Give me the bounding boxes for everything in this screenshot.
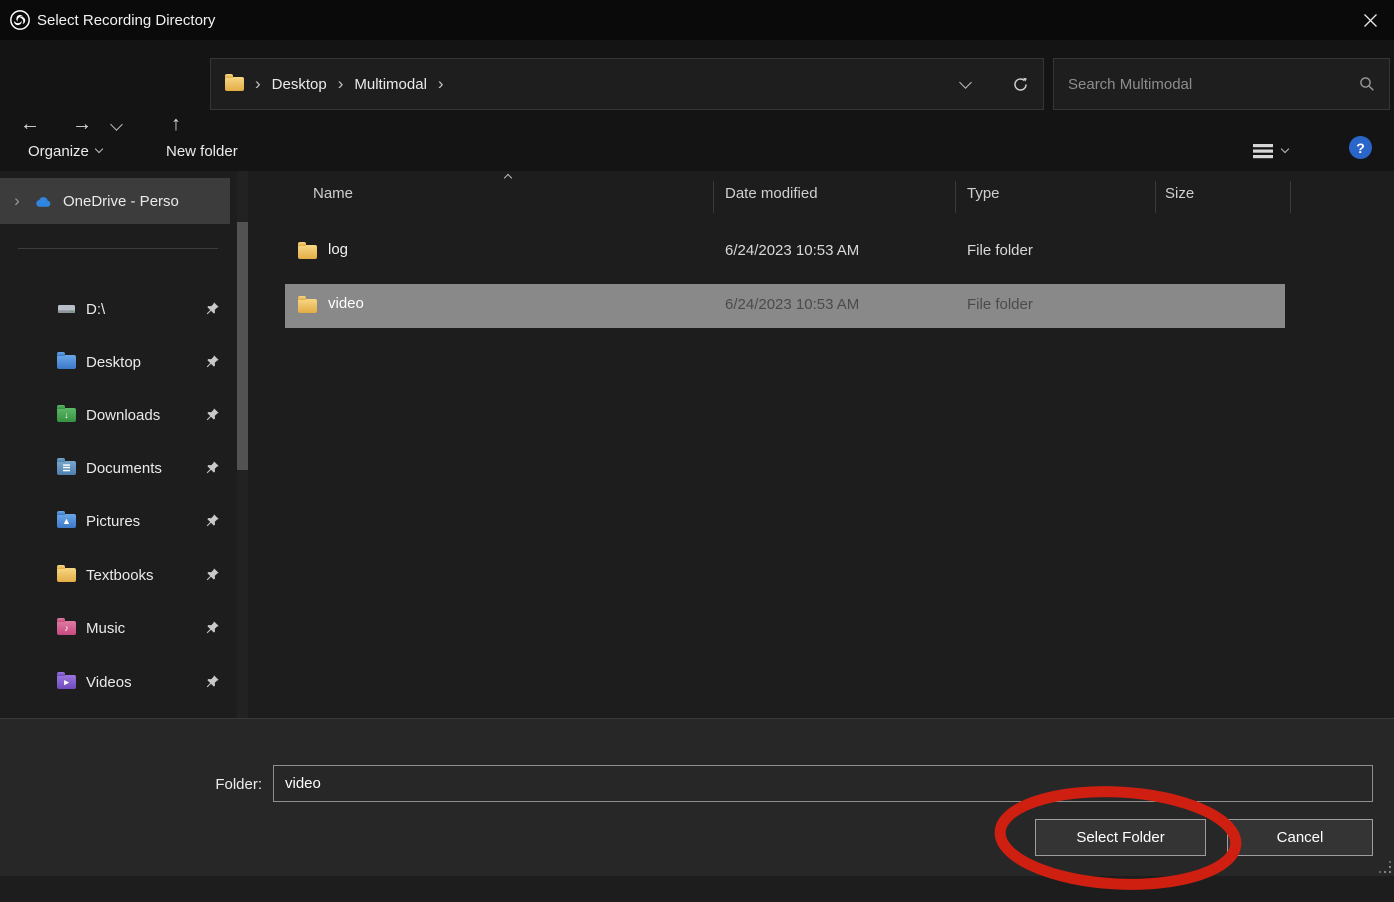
obs-logo-icon (9, 9, 31, 31)
pin-icon (205, 460, 220, 475)
navigation-pane: › OneDrive - Perso D:\ Desktop (0, 171, 260, 718)
sidebar-item-label: OneDrive - Perso (63, 193, 230, 210)
new-folder-button[interactable]: New folder (166, 134, 238, 168)
organize-button[interactable]: Organize (28, 134, 102, 168)
column-divider[interactable] (1155, 181, 1156, 213)
file-row-log[interactable]: log 6/24/2023 10:53 AM File folder (285, 230, 1285, 274)
folder-icon (298, 245, 317, 259)
sidebar-item-videos[interactable]: ▸ Videos (0, 661, 230, 703)
recent-locations-button[interactable] (112, 116, 121, 134)
select-folder-button[interactable]: Select Folder (1035, 819, 1206, 856)
column-header-type[interactable]: Type (967, 185, 1000, 202)
search-box (1053, 58, 1390, 110)
chevron-down-icon (110, 118, 123, 131)
pin-icon (205, 513, 220, 528)
sidebar-divider (18, 248, 218, 249)
file-list: Name Date modified Type Size log 6/24/20… (260, 171, 1394, 718)
file-row-video[interactable]: video 6/24/2023 10:53 AM File folder (285, 284, 1285, 328)
file-date-modified: 6/24/2023 10:53 AM (725, 296, 859, 313)
chevron-down-icon (1281, 145, 1289, 153)
file-dialog-window: Select Recording Directory ← → ↑ › Deskt… (0, 0, 1394, 876)
cancel-button[interactable]: Cancel (1227, 819, 1373, 856)
drive-icon (57, 301, 76, 317)
pin-icon (205, 407, 220, 422)
folder-field-label: Folder: (120, 776, 262, 793)
folder-icon (57, 568, 76, 582)
close-icon (1363, 13, 1378, 28)
dialog-footer: Folder: Select Folder Cancel (0, 718, 1394, 876)
file-date-modified: 6/24/2023 10:53 AM (725, 242, 859, 259)
file-name: log (328, 241, 348, 258)
documents-folder-icon: ☰ (57, 461, 76, 475)
pin-icon (205, 354, 220, 369)
forward-arrow-icon: → (72, 113, 92, 136)
title-bar: Select Recording Directory (0, 0, 1394, 40)
downloads-folder-icon: ↓ (57, 408, 76, 422)
cancel-label: Cancel (1277, 829, 1324, 846)
up-arrow-icon: ↑ (171, 113, 181, 136)
folder-name-input[interactable] (273, 765, 1373, 802)
breadcrumb-item-multimodal[interactable]: Multimodal (354, 76, 427, 93)
chevron-down-icon (95, 145, 103, 153)
sidebar-item-desktop[interactable]: Desktop (0, 341, 230, 383)
refresh-icon[interactable] (1012, 76, 1029, 93)
pin-icon (205, 567, 220, 582)
back-arrow-icon: ← (20, 113, 40, 136)
new-folder-label: New folder (166, 143, 238, 160)
pin-icon (205, 301, 220, 316)
column-divider[interactable] (1290, 181, 1291, 213)
sidebar-item-drive-d[interactable]: D:\ (0, 288, 230, 330)
sidebar-item-music[interactable]: ♪ Music (0, 607, 230, 649)
sidebar-item-textbooks[interactable]: Textbooks (0, 554, 230, 596)
view-mode-button[interactable] (1251, 134, 1288, 168)
file-type: File folder (967, 296, 1033, 313)
column-header-name[interactable]: Name (313, 185, 353, 202)
pin-icon (205, 674, 220, 689)
pin-icon (205, 620, 220, 635)
organize-label: Organize (28, 143, 89, 160)
breadcrumb-folder-icon (225, 77, 244, 91)
column-divider[interactable] (713, 181, 714, 213)
file-type: File folder (967, 242, 1033, 259)
expand-chevron-icon[interactable]: › (0, 191, 34, 211)
select-folder-label: Select Folder (1076, 829, 1164, 846)
sidebar-item-pictures[interactable]: ▲ Pictures (0, 500, 230, 542)
music-folder-icon: ♪ (57, 621, 76, 635)
resize-grip[interactable] (1378, 860, 1392, 874)
sidebar-item-downloads[interactable]: ↓ Downloads (0, 394, 230, 436)
search-input[interactable] (1068, 76, 1359, 93)
file-name: video (328, 295, 364, 312)
window-title: Select Recording Directory (37, 12, 215, 29)
breadcrumb-separator: › (338, 74, 344, 94)
column-divider[interactable] (955, 181, 956, 213)
address-dropdown-icon[interactable] (959, 76, 972, 89)
sidebar-item-documents[interactable]: ☰ Documents (0, 447, 230, 489)
close-button[interactable] (1346, 0, 1394, 40)
videos-folder-icon: ▸ (57, 675, 76, 689)
navigation-chrome: ← → ↑ › Desktop › Multimodal › (0, 40, 1394, 171)
desktop-folder-icon (57, 355, 76, 369)
help-button[interactable]: ? (1349, 136, 1372, 159)
onedrive-cloud-icon (34, 193, 53, 209)
breadcrumb-separator: › (438, 74, 444, 94)
pictures-folder-icon: ▲ (57, 514, 76, 528)
list-view-icon (1251, 141, 1275, 161)
breadcrumb-item-desktop[interactable]: Desktop (272, 76, 327, 93)
folder-icon (298, 299, 317, 313)
help-question-icon: ? (1356, 140, 1365, 156)
address-bar[interactable]: › Desktop › Multimodal › (210, 58, 1044, 110)
sidebar-scrollbar-thumb[interactable] (237, 222, 248, 470)
column-header-date-modified[interactable]: Date modified (725, 185, 818, 202)
column-header-size[interactable]: Size (1165, 185, 1194, 202)
sidebar-item-onedrive[interactable]: › OneDrive - Perso (0, 178, 230, 224)
sort-ascending-icon (504, 174, 512, 182)
search-icon[interactable] (1359, 76, 1375, 92)
breadcrumb-separator: › (255, 74, 261, 94)
